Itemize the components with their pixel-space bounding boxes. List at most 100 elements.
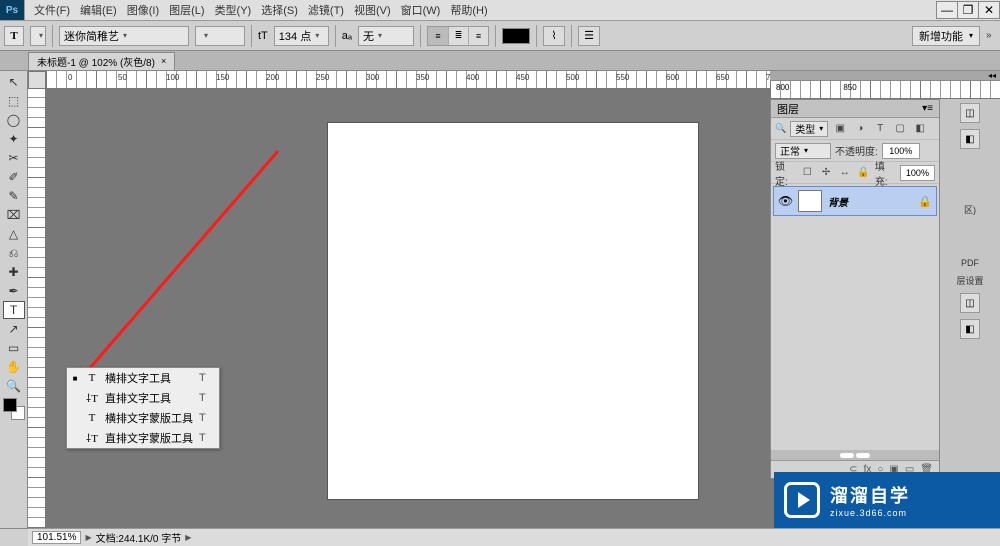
watermark-brand: 溜溜自学	[830, 482, 910, 508]
collapsed-panel-label[interactable]: 区)	[964, 203, 976, 216]
history-brush-tool[interactable]: △	[3, 225, 25, 243]
menu-view[interactable]: 视图(V)	[351, 2, 394, 18]
layer-thumbnail[interactable]	[798, 190, 822, 212]
main-menu: 文件(F) 编辑(E) 图像(I) 图层(L) 类型(Y) 选择(S) 滤镜(T…	[25, 2, 497, 18]
lock-transparent-icon[interactable]: ☐	[800, 165, 815, 181]
type-tool[interactable]: T	[3, 301, 25, 319]
marquee-tool[interactable]: ⬚	[3, 92, 25, 110]
move-tool[interactable]: ↖	[3, 73, 25, 91]
flyout-item-vertical-type[interactable]: ⸸T 直排文字工具 T	[67, 388, 219, 408]
menu-help[interactable]: 帮助(H)	[447, 2, 490, 18]
flyout-item-horizontal-type[interactable]: ■ T 横排文字工具 T	[67, 368, 219, 388]
flyout-label: 直排文字蒙版工具	[105, 430, 193, 446]
shape-tool[interactable]: ▭	[3, 339, 25, 357]
canvas[interactable]	[328, 123, 698, 499]
blend-mode-dropdown[interactable]: 正常	[775, 143, 831, 159]
color-swatches[interactable]	[3, 398, 25, 420]
filter-type-icon[interactable]: T	[872, 121, 888, 137]
watermark-url: zixue.3d66.com	[830, 508, 910, 518]
warp-text-button[interactable]: ⌇	[543, 26, 565, 46]
zoom-tool[interactable]: 🔍	[3, 377, 25, 395]
collapsed-panel-label[interactable]: 层设置	[956, 274, 983, 287]
panel-resize-handle[interactable]	[771, 450, 939, 460]
menu-window[interactable]: 窗口(W)	[398, 2, 444, 18]
char-panel-button[interactable]: ☰	[578, 26, 600, 46]
collapsed-panel-icon[interactable]: ◧	[960, 129, 980, 149]
brush-tool[interactable]: ✎	[3, 187, 25, 205]
fill-field[interactable]: 100%	[900, 165, 935, 181]
foreground-color-swatch[interactable]	[3, 398, 17, 412]
menu-layer[interactable]: 图层(L)	[166, 2, 207, 18]
opacity-label: 不透明度:	[835, 143, 878, 158]
collapsed-panel-icon[interactable]: ◫	[960, 103, 980, 123]
flyout-item-vertical-mask[interactable]: ⸸T 直排文字蒙版工具 T	[67, 428, 219, 448]
close-button[interactable]: ✕	[978, 1, 1000, 19]
hand-tool[interactable]: ✋	[3, 358, 25, 376]
tool-indicator-icon[interactable]: T	[4, 26, 24, 46]
stamp-tool[interactable]: ⌧	[3, 206, 25, 224]
separator	[251, 25, 252, 47]
ruler-mark: 300	[366, 73, 379, 82]
status-menu-icon[interactable]: ▶	[185, 533, 191, 542]
filter-adjust-icon[interactable]: ◑	[852, 121, 868, 137]
separator	[536, 25, 537, 47]
document-tabs: 未标题-1 @ 102% (灰色/8) ×	[0, 51, 1000, 71]
menu-filter[interactable]: 滤镜(T)	[305, 2, 347, 18]
layer-row-background[interactable]: 👁 背景 🔒	[773, 186, 937, 216]
new-feature-dropdown[interactable]: 新增功能▾	[912, 26, 980, 46]
lock-all-icon[interactable]: 🔒	[856, 165, 871, 181]
filter-shape-icon[interactable]: ▢	[892, 121, 908, 137]
dodge-tool[interactable]: ✚	[3, 263, 25, 281]
lock-image-icon[interactable]: ✢	[819, 165, 834, 181]
ruler-horizontal: 0 50 100 150 200 250 300 350 400 450 500…	[46, 71, 770, 89]
collapsed-panel-label[interactable]: PDF	[961, 258, 979, 268]
ruler-mark: 500	[566, 73, 579, 82]
layer-name[interactable]: 背景	[828, 194, 848, 209]
flyout-label: 直排文字工具	[105, 390, 193, 406]
menu-select[interactable]: 选择(S)	[258, 2, 301, 18]
pen-tool[interactable]: ✒	[3, 282, 25, 300]
layers-panel-tab[interactable]: 图层 ▾≡	[771, 100, 939, 118]
minimize-button[interactable]: —	[936, 1, 958, 19]
collapsed-panel-icon[interactable]: ◫	[960, 293, 980, 313]
font-style-dropdown[interactable]	[195, 26, 245, 46]
document-tab[interactable]: 未标题-1 @ 102% (灰色/8) ×	[28, 52, 175, 70]
gradient-tool[interactable]: ⎌	[3, 244, 25, 262]
zoom-field[interactable]: 101.51%	[32, 531, 81, 544]
chevron-right-icon[interactable]: »	[986, 30, 996, 41]
maximize-button[interactable]: ❐	[957, 1, 979, 19]
font-family-dropdown[interactable]: 迷你简稚艺	[59, 26, 189, 46]
path-select-tool[interactable]: ↗	[3, 320, 25, 338]
lasso-tool[interactable]: ◯	[3, 111, 25, 129]
tab-close-icon[interactable]: ×	[161, 56, 166, 66]
lock-position-icon[interactable]: ↔	[837, 165, 852, 181]
collapsed-panel-icon[interactable]: ◧	[960, 319, 980, 339]
filter-pixel-icon[interactable]: ▣	[832, 121, 848, 137]
layer-kind-dropdown[interactable]: 类型	[790, 121, 828, 137]
filter-smart-icon[interactable]: ◧	[912, 121, 928, 137]
layers-tab-label: 图层	[777, 101, 799, 117]
status-menu-icon[interactable]: ▶	[85, 533, 91, 542]
magic-wand-tool[interactable]: ✦	[3, 130, 25, 148]
panel-collapse-bar[interactable]: ◂◂	[770, 71, 1000, 81]
flyout-shortcut: T	[199, 392, 211, 404]
lock-icon: 🔒	[918, 195, 932, 208]
eyedropper-tool[interactable]: ✐	[3, 168, 25, 186]
align-right-button[interactable]: ≡	[468, 27, 488, 45]
align-left-button[interactable]: ≡	[428, 27, 448, 45]
menu-image[interactable]: 图像(I)	[124, 2, 162, 18]
antialias-dropdown[interactable]: 无	[358, 26, 414, 46]
layers-list-body[interactable]	[771, 218, 939, 450]
visibility-icon[interactable]: 👁	[778, 194, 792, 208]
flyout-item-horizontal-mask[interactable]: T 横排文字蒙版工具 T	[67, 408, 219, 428]
panel-menu-icon[interactable]: ▾≡	[922, 103, 933, 114]
menu-file[interactable]: 文件(F)	[31, 2, 73, 18]
opacity-field[interactable]: 100%	[882, 143, 920, 159]
menu-edit[interactable]: 编辑(E)	[77, 2, 120, 18]
text-color-swatch[interactable]	[502, 28, 530, 44]
align-center-button[interactable]: ≣	[448, 27, 468, 45]
font-size-field[interactable]: 134 点	[274, 26, 329, 46]
tool-preset-dropdown[interactable]	[30, 26, 46, 46]
crop-tool[interactable]: ✂	[3, 149, 25, 167]
menu-type[interactable]: 类型(Y)	[212, 2, 255, 18]
